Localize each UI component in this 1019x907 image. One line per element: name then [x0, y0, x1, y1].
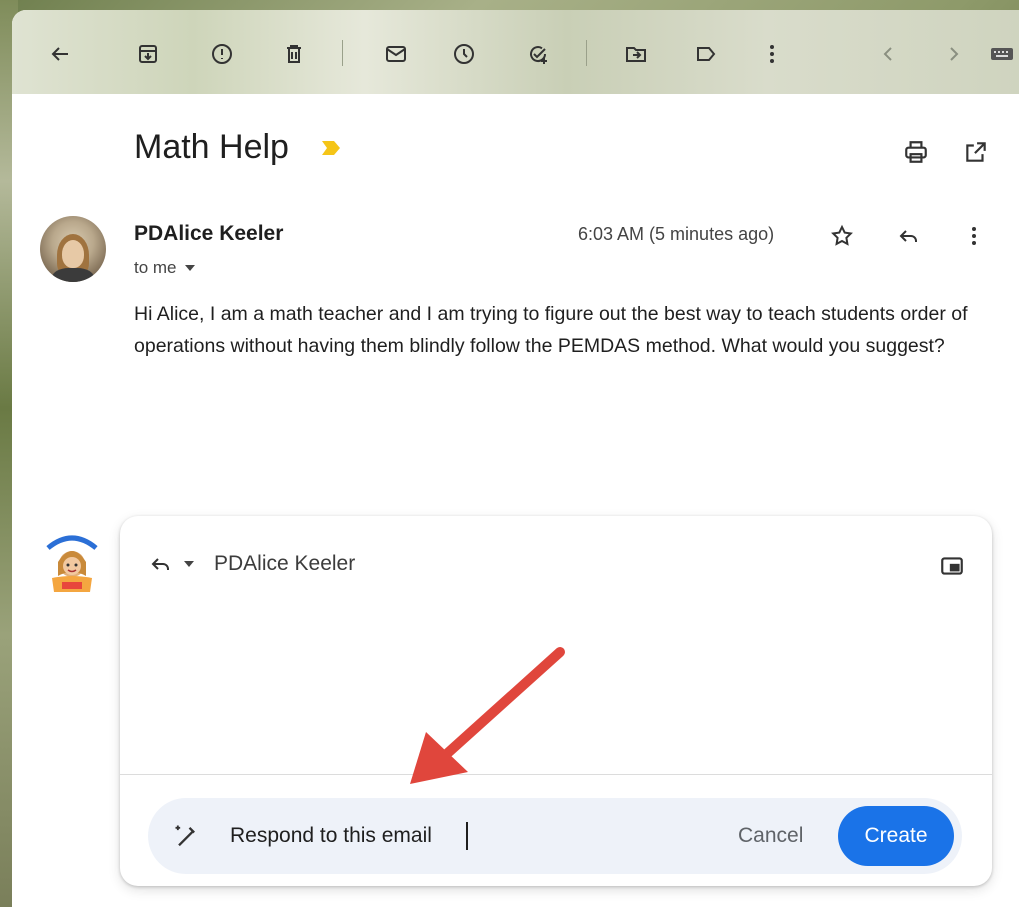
important-marker-icon[interactable]	[320, 140, 342, 156]
mark-unread-icon[interactable]	[376, 34, 416, 74]
sender-name: PDAlice Keeler	[134, 222, 284, 245]
sender-avatar[interactable]	[40, 216, 106, 282]
labels-icon[interactable]	[686, 34, 726, 74]
pop-out-icon[interactable]	[934, 548, 970, 584]
create-button[interactable]: Create	[838, 806, 954, 866]
toolbar	[12, 10, 1019, 94]
prev-icon[interactable]	[868, 34, 908, 74]
back-arrow-icon[interactable]	[40, 34, 80, 74]
recipient-details-toggle[interactable]: to me	[134, 258, 195, 278]
keyboard-icon[interactable]	[990, 34, 1019, 74]
print-icon[interactable]	[898, 134, 934, 170]
chevron-down-icon[interactable]	[184, 561, 194, 567]
cancel-button[interactable]: Cancel	[726, 818, 815, 854]
report-spam-icon[interactable]	[202, 34, 242, 74]
reply-type-icon[interactable]	[148, 552, 172, 576]
toolbar-divider	[342, 40, 343, 66]
email-timestamp: 6:03 AM (5 minutes ago)	[578, 224, 775, 244]
magic-wand-pen-icon	[175, 825, 195, 847]
email-body: Hi Alice, I am a math teacher and I am t…	[134, 303, 968, 357]
email-window: Math Help PDAlice Keeler to me 6:03 AM (…	[12, 10, 1019, 907]
user-bitmoji-avatar[interactable]	[42, 530, 102, 594]
more-vert-icon[interactable]	[752, 34, 792, 74]
reply-header: PDAlice Keeler	[148, 552, 355, 576]
move-to-icon[interactable]	[616, 34, 656, 74]
reply-compose-card: PDAlice Keeler Cancel Create	[120, 516, 992, 886]
toolbar-divider	[586, 40, 587, 66]
help-me-write-bar: Cancel Create	[148, 798, 962, 874]
chevron-down-icon	[184, 265, 195, 271]
prompt-input[interactable]	[230, 820, 670, 852]
next-icon[interactable]	[934, 34, 974, 74]
divider	[120, 774, 992, 775]
reply-recipient[interactable]: PDAlice Keeler	[214, 552, 355, 576]
star-icon[interactable]	[824, 218, 860, 254]
snooze-icon[interactable]	[444, 34, 484, 74]
open-in-new-window-icon[interactable]	[958, 134, 994, 170]
reply-icon[interactable]	[890, 218, 926, 254]
more-vert-icon[interactable]	[956, 218, 992, 254]
recipient-label: to me	[134, 258, 177, 277]
text-cursor	[466, 822, 468, 850]
archive-icon[interactable]	[128, 34, 168, 74]
delete-icon[interactable]	[274, 34, 314, 74]
email-subject: Math Help	[134, 128, 289, 166]
add-to-tasks-icon[interactable]	[518, 34, 558, 74]
